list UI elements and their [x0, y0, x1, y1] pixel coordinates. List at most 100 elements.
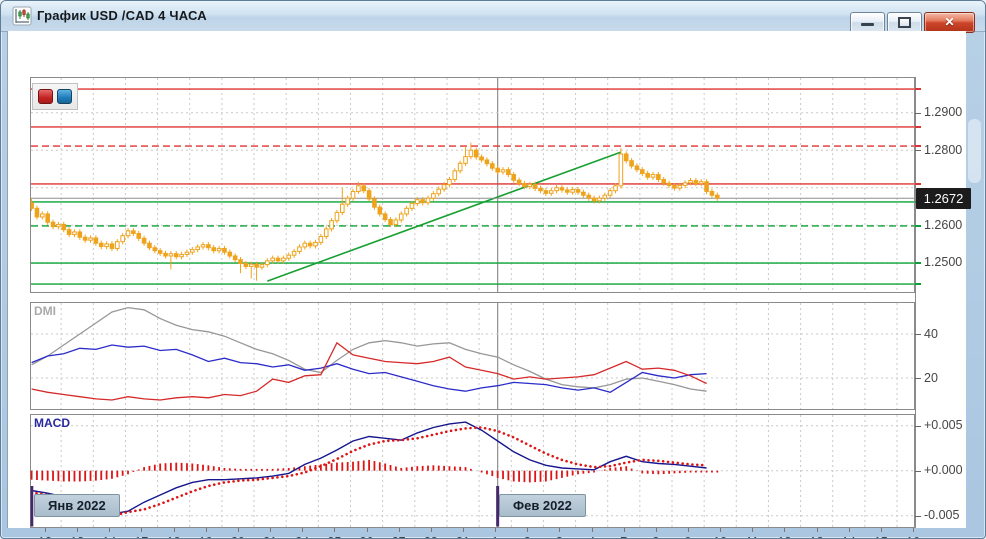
minimize-icon — [861, 23, 874, 26]
date-label: 1 — [492, 535, 499, 539]
current-price-tag: 1.2672 — [916, 188, 971, 209]
date-label: 18 — [167, 535, 181, 539]
axis-tick — [915, 426, 921, 427]
price-label: 1.2500 — [924, 255, 972, 269]
axis-tick — [238, 528, 239, 532]
axis-tick — [592, 528, 593, 532]
date-label: 8 — [652, 535, 659, 539]
date-label: 17 — [134, 535, 148, 539]
date-label: 20 — [231, 535, 245, 539]
chart-toolbar — [32, 83, 78, 110]
date-label: 2 — [524, 535, 531, 539]
axis-tick — [915, 378, 921, 379]
axis-tick — [45, 528, 46, 532]
date-label: 24 — [295, 535, 309, 539]
window-border-highlight — [968, 119, 981, 183]
close-button[interactable]: ✕ — [924, 12, 975, 33]
axis-tick — [141, 528, 142, 532]
date-label: 3 — [556, 535, 563, 539]
title-bar[interactable]: График USD /CAD 4 ЧАСА ✕ — [1, 1, 985, 32]
axis-tick — [688, 528, 689, 532]
axis-tick — [913, 528, 914, 532]
date-label: 19 — [199, 535, 213, 539]
date-label: 26 — [360, 535, 374, 539]
axis-tick — [624, 528, 625, 532]
date-label: 25 — [327, 535, 341, 539]
axis-tick — [206, 528, 207, 532]
dmi-panel[interactable] — [30, 302, 915, 410]
month-badge-jan: Янв 2022 — [34, 494, 120, 517]
axis-tick — [752, 528, 753, 532]
price-label: 1.2600 — [924, 218, 972, 232]
date-label: 28 — [424, 535, 438, 539]
axis-tick — [463, 528, 464, 532]
axis-tick — [915, 113, 921, 114]
axis-tick — [334, 528, 335, 532]
date-label: 12 — [777, 535, 791, 539]
level-tick — [915, 126, 921, 128]
macd-axis-label: -0.005 — [924, 508, 972, 522]
level-tick — [915, 225, 921, 227]
date-label: 31 — [456, 535, 470, 539]
candlestick-chart-icon — [12, 6, 32, 26]
price-panel[interactable] — [30, 77, 915, 293]
date-label: 11 — [746, 535, 759, 539]
date-label: 16 — [906, 535, 920, 539]
axis-tick — [559, 528, 560, 532]
date-label: 21 — [263, 535, 277, 539]
date-label: 13 — [70, 535, 84, 539]
axis-tick — [656, 528, 657, 532]
macd-axis-label: +0.005 — [924, 418, 972, 432]
date-label: 7 — [620, 535, 627, 539]
month-badge-feb: Фев 2022 — [499, 494, 586, 517]
axis-tick — [495, 528, 496, 532]
macd-axis-label: +0.000 — [924, 463, 972, 477]
red-marker-button[interactable] — [38, 89, 53, 104]
date-label: 9 — [685, 535, 692, 539]
chart-window: График USD /CAD 4 ЧАСА ✕ DMI MACD Янв 20… — [0, 0, 986, 539]
close-icon: ✕ — [925, 13, 974, 31]
date-label: 14 — [842, 535, 856, 539]
date-label: 10 — [713, 535, 727, 539]
axis-tick — [399, 528, 400, 532]
minimize-button[interactable] — [850, 12, 885, 33]
axis-tick — [174, 528, 175, 532]
axis-tick — [915, 150, 921, 151]
maximize-icon — [898, 17, 911, 28]
axis-tick — [77, 528, 78, 532]
date-label: 27 — [392, 535, 406, 539]
axis-tick — [270, 528, 271, 532]
window-title: График USD /CAD 4 ЧАСА — [37, 1, 207, 31]
level-tick — [915, 183, 921, 185]
dmi-axis-label: 20 — [924, 371, 972, 385]
date-label: 13 — [810, 535, 824, 539]
axis-tick — [784, 528, 785, 532]
axis-tick — [527, 528, 528, 532]
axis-tick — [849, 528, 850, 532]
date-label: 15 — [874, 535, 888, 539]
level-tick — [915, 88, 921, 90]
axis-tick — [915, 516, 921, 517]
level-tick — [915, 262, 921, 264]
axis-tick — [881, 528, 882, 532]
axis-tick — [915, 471, 921, 472]
level-tick — [915, 145, 921, 147]
dmi-label: DMI — [34, 304, 56, 318]
date-label: 12 — [38, 535, 52, 539]
price-label: 1.2800 — [924, 143, 972, 157]
blue-marker-button[interactable] — [57, 89, 72, 104]
axis-tick — [817, 528, 818, 532]
axis-tick — [915, 334, 921, 335]
date-label: 14 — [102, 535, 116, 539]
dmi-axis-label: 40 — [924, 327, 972, 341]
axis-tick — [367, 528, 368, 532]
level-tick — [915, 283, 921, 285]
macd-panel[interactable] — [30, 414, 915, 528]
price-label: 1.2900 — [924, 105, 972, 119]
chart-content: DMI MACD Янв 2022 Фев 2022 1.2672 1.2900… — [7, 31, 966, 528]
axis-tick — [431, 528, 432, 532]
maximize-button[interactable] — [887, 12, 922, 33]
macd-label: MACD — [34, 416, 70, 430]
date-label: 4 — [588, 535, 595, 539]
axis-tick — [720, 528, 721, 532]
